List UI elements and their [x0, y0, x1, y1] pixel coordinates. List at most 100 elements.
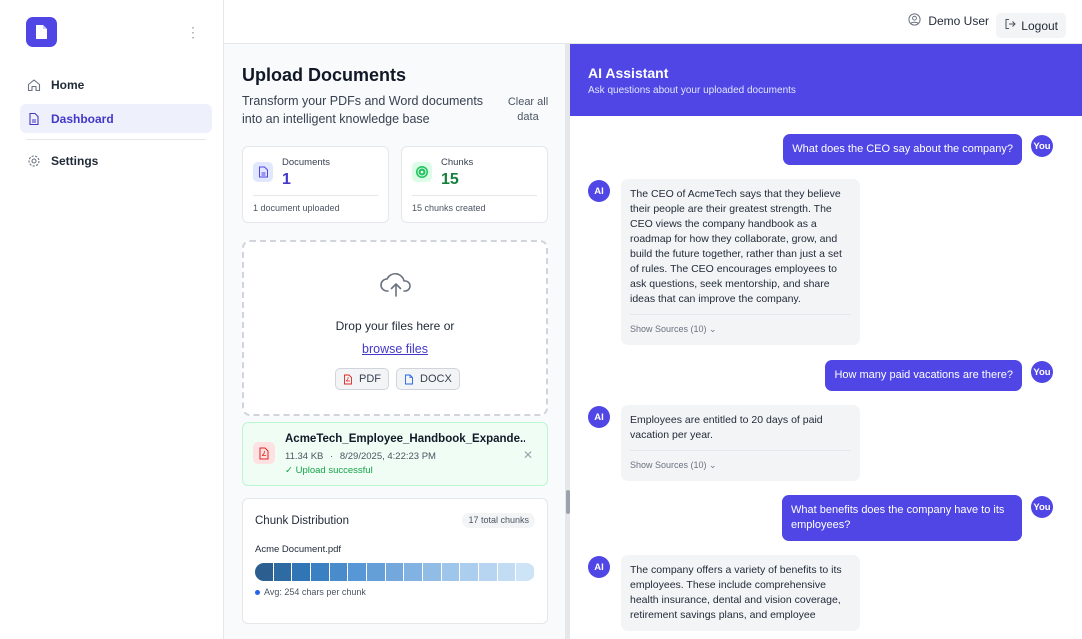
chunk-segment — [516, 563, 535, 581]
chat-header: AI Assistant Ask questions about your up… — [570, 44, 1082, 116]
stat-label: Chunks — [441, 157, 474, 168]
chunk-segment — [273, 563, 293, 581]
close-icon[interactable]: ✕ — [523, 448, 533, 462]
sidebar-item-label: Settings — [51, 153, 99, 168]
user-message: What does the CEO say about the company? — [783, 134, 1022, 165]
page-title: Upload Documents — [242, 65, 407, 85]
format-label: DOCX — [420, 373, 452, 385]
user-avatar: You — [1031, 496, 1053, 518]
chunk-segment — [441, 563, 461, 581]
upload-panel: Upload Documents Transform your PDFs and… — [224, 44, 566, 639]
browse-files-link[interactable]: browse files — [244, 342, 546, 356]
ai-message-text: The CEO of AcmeTech says that they belie… — [630, 188, 842, 305]
document-name: Acme Document.pdf — [255, 544, 342, 555]
file-name: AcmeTech_Employee_Handbook_Expande... — [285, 433, 525, 445]
chunks-stat-card: Chunks 15 15 chunks created — [401, 146, 548, 223]
user-icon — [908, 13, 921, 29]
docx-file-icon — [404, 374, 414, 385]
meta-separator: · — [330, 451, 334, 462]
document-icon — [36, 25, 47, 39]
top-bar: Demo User Logout — [224, 0, 1082, 44]
stat-footer: 1 document uploaded — [253, 203, 340, 213]
chunk-segment — [292, 563, 312, 581]
chunk-distribution-card: Chunk Distribution 17 total chunks Acme … — [242, 498, 548, 624]
divider — [253, 195, 378, 196]
chunk-segment — [311, 563, 330, 581]
chunk-segment — [348, 563, 368, 581]
sidebar-item-dashboard[interactable]: Dashboard — [20, 104, 212, 133]
sidebar-item-label: Dashboard — [51, 111, 114, 126]
user-menu[interactable]: Demo User — [908, 13, 989, 29]
legend-dot — [255, 589, 260, 595]
user-message: What benefits does the company have to i… — [782, 495, 1022, 541]
chunk-distribution-bar — [255, 563, 535, 581]
stat-label: Documents — [282, 157, 331, 168]
sidebar-item-settings[interactable]: Settings — [20, 146, 212, 175]
ai-message: The company offers a variety of benefits… — [621, 555, 860, 631]
app-logo[interactable] — [26, 17, 57, 47]
chunk-segment — [255, 563, 274, 581]
logout-label: Logout — [1021, 18, 1058, 33]
upload-status: ✓ Upload successful — [285, 465, 373, 476]
user-message: How many paid vacations are there? — [825, 360, 1022, 391]
chunk-segment — [497, 563, 517, 581]
file-date: 8/29/2025, 4:22:23 PM — [339, 451, 436, 462]
total-chunks-badge: 17 total chunks — [462, 513, 535, 528]
sidebar-divider — [26, 139, 206, 140]
user-name: Demo User — [928, 14, 989, 28]
ai-avatar: AI — [588, 406, 610, 428]
more-options-icon[interactable]: ⋮ — [186, 24, 200, 40]
sidebar-item-home[interactable]: Home — [20, 70, 212, 99]
file-meta: 11.34 KB · 8/29/2025, 4:22:23 PM — [285, 451, 436, 462]
pdf-file-icon — [343, 374, 353, 385]
ai-message-text: Employees are entitled to 20 days of pai… — [630, 414, 823, 441]
show-sources-toggle[interactable]: Show Sources (10) ⌄ — [630, 314, 851, 337]
chunk-segment — [460, 563, 480, 581]
ai-avatar: AI — [588, 556, 610, 578]
document-icon — [253, 162, 273, 182]
uploaded-file-item: AcmeTech_Employee_Handbook_Expande... 11… — [242, 422, 548, 486]
user-avatar: You — [1031, 361, 1053, 383]
ai-message: Employees are entitled to 20 days of pai… — [621, 405, 860, 481]
stat-value: 15 — [441, 171, 459, 188]
pdf-file-icon — [253, 442, 275, 464]
chunk-segment — [423, 563, 442, 581]
user-avatar: You — [1031, 135, 1053, 157]
docx-format-badge: DOCX — [396, 368, 460, 390]
chunk-segment — [367, 563, 386, 581]
sidebar: ⋮ Home Dashboard Settings — [0, 0, 224, 639]
document-icon — [27, 112, 41, 126]
show-sources-toggle[interactable]: Show Sources (10) ⌄ — [630, 450, 851, 473]
average-text: Avg: 254 chars per chunk — [264, 587, 366, 597]
pdf-format-badge: PDF — [335, 368, 389, 390]
page-subtitle: Transform your PDFs and Word documents i… — [242, 94, 484, 126]
ai-message-text: The company offers a variety of benefits… — [630, 564, 842, 621]
file-dropzone[interactable]: Drop your files here or browse files PDF… — [242, 240, 548, 416]
chunks-icon — [412, 162, 432, 182]
chunk-segment — [385, 563, 405, 581]
home-icon — [27, 78, 41, 92]
stat-footer: 15 chunks created — [412, 203, 486, 213]
cloud-upload-icon — [380, 273, 411, 297]
format-label: PDF — [359, 373, 381, 385]
ai-message: The CEO of AcmeTech says that they belie… — [621, 179, 860, 345]
sidebar-item-label: Home — [51, 77, 85, 92]
chat-panel: AI Assistant Ask questions about your up… — [570, 44, 1082, 639]
chunk-segment — [479, 563, 498, 581]
dropzone-text: Drop your files here or — [335, 319, 455, 333]
file-size: 11.34 KB — [285, 451, 324, 462]
logout-button[interactable]: Logout — [996, 13, 1066, 38]
divider — [412, 195, 537, 196]
logout-icon — [1004, 18, 1017, 33]
average-chunk-size: Avg: 254 chars per chunk — [255, 587, 366, 597]
chunk-segment — [329, 563, 349, 581]
ai-avatar: AI — [588, 180, 610, 202]
chat-subtitle: Ask questions about your uploaded docume… — [588, 85, 796, 96]
chunk-segment — [404, 563, 424, 581]
card-title: Chunk Distribution — [255, 515, 349, 527]
clear-all-data-button[interactable]: Clear all data — [504, 95, 552, 125]
stat-value: 1 — [282, 171, 291, 188]
gear-icon — [27, 154, 41, 168]
documents-stat-card: Documents 1 1 document uploaded — [242, 146, 389, 223]
chat-title: AI Assistant — [588, 65, 669, 81]
